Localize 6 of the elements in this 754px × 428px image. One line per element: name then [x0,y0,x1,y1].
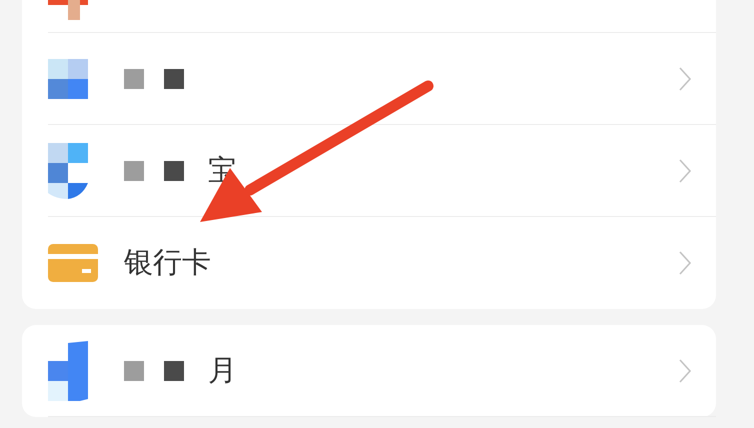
shield-icon [48,142,88,198]
mosaic-icon [48,58,88,98]
bank-card-icon [48,244,98,282]
item-label: 银行卡 [124,246,211,280]
item-label: 月 [208,354,237,388]
mosaic-icon [48,340,88,400]
